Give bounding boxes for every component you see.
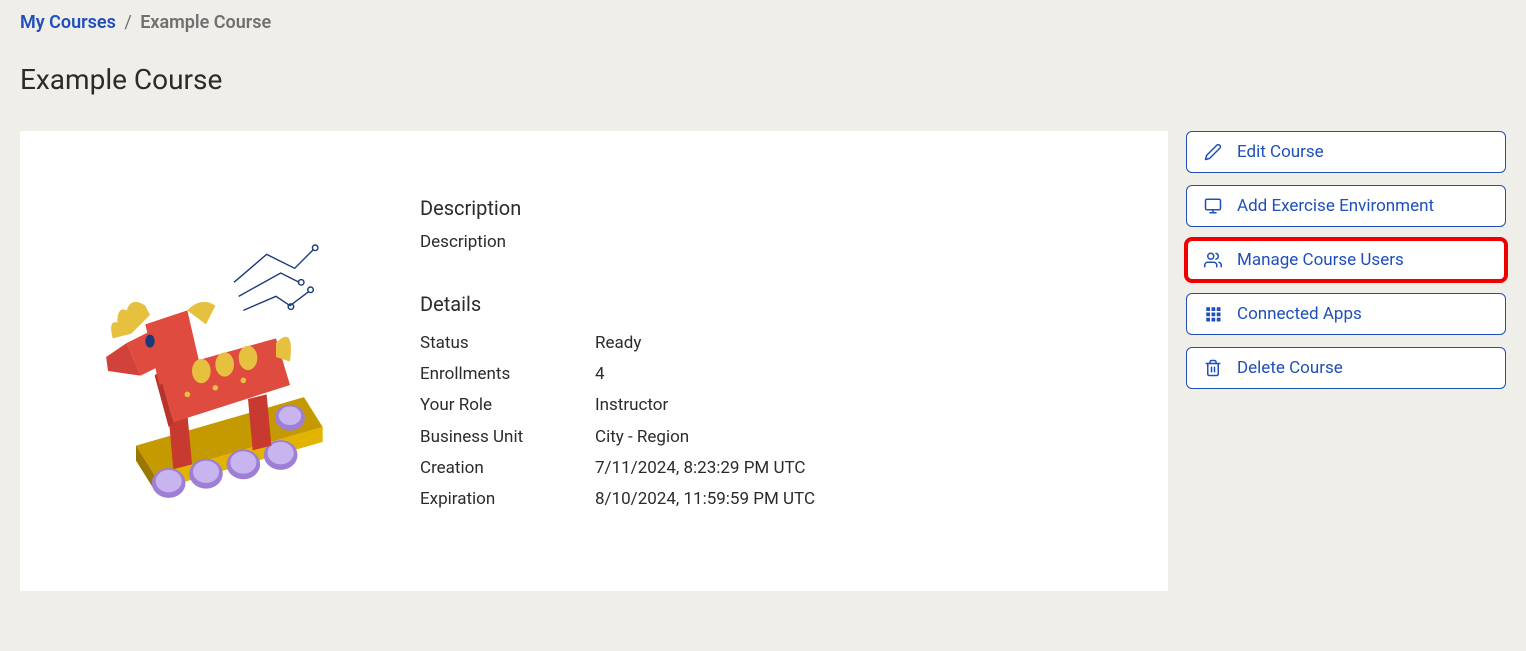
button-label: Manage Course Users: [1237, 250, 1404, 270]
pencil-icon: [1203, 142, 1223, 162]
button-label: Add Exercise Environment: [1237, 196, 1434, 216]
details-row-business-unit: Business Unit City - Region: [420, 422, 1128, 453]
button-label: Delete Course: [1237, 358, 1343, 378]
apps-grid-icon: [1203, 304, 1223, 324]
manage-course-users-button[interactable]: Manage Course Users: [1186, 239, 1506, 281]
monitor-icon: [1203, 196, 1223, 216]
page-title: Example Course: [20, 63, 1506, 96]
details-row-creation: Creation 7/11/2024, 8:23:29 PM UTC: [420, 453, 1128, 484]
details-row-expiration: Expiration 8/10/2024, 11:59:59 PM UTC: [420, 484, 1128, 515]
breadcrumb: My Courses / Example Course: [20, 12, 1506, 33]
connected-apps-button[interactable]: Connected Apps: [1186, 293, 1506, 335]
description-heading: Description: [420, 196, 1128, 220]
details-label: Expiration: [420, 486, 595, 513]
breadcrumb-link-my-courses[interactable]: My Courses: [20, 12, 116, 33]
details-value: 4: [595, 361, 1128, 388]
description-text: Description: [420, 232, 1128, 252]
details-value: 7/11/2024, 8:23:29 PM UTC: [595, 455, 1128, 482]
details-list: Status Ready Enrollments 4 Your Role Ins…: [420, 328, 1128, 515]
add-exercise-environment-button[interactable]: Add Exercise Environment: [1186, 185, 1506, 227]
details-label: Creation: [420, 455, 595, 482]
details-value: Instructor: [595, 392, 1128, 419]
breadcrumb-separator: /: [124, 12, 131, 33]
button-label: Connected Apps: [1237, 304, 1362, 324]
details-value: 8/10/2024, 11:59:59 PM UTC: [595, 486, 1128, 513]
details-label: Business Unit: [420, 424, 595, 451]
details-label: Status: [420, 330, 595, 357]
actions-sidebar: Edit Course Add Exercise Environment: [1186, 131, 1506, 389]
details-value: City - Region: [595, 424, 1128, 451]
details-heading: Details: [420, 292, 1128, 316]
details-row-role: Your Role Instructor: [420, 390, 1128, 421]
content-wrapper: Description Description Details Status R…: [20, 131, 1506, 591]
details-label: Your Role: [420, 392, 595, 419]
breadcrumb-current: Example Course: [140, 12, 271, 33]
course-image: [60, 171, 380, 531]
delete-course-button[interactable]: Delete Course: [1186, 347, 1506, 389]
trash-icon: [1203, 358, 1223, 378]
trojan-horse-icon: [80, 231, 360, 511]
edit-course-button[interactable]: Edit Course: [1186, 131, 1506, 173]
course-info: Description Description Details Status R…: [420, 171, 1128, 531]
course-card: Description Description Details Status R…: [20, 131, 1168, 591]
details-row-enrollments: Enrollments 4: [420, 359, 1128, 390]
users-icon: [1203, 250, 1223, 270]
button-label: Edit Course: [1237, 142, 1324, 162]
details-value: Ready: [595, 330, 1128, 357]
details-label: Enrollments: [420, 361, 595, 388]
details-row-status: Status Ready: [420, 328, 1128, 359]
